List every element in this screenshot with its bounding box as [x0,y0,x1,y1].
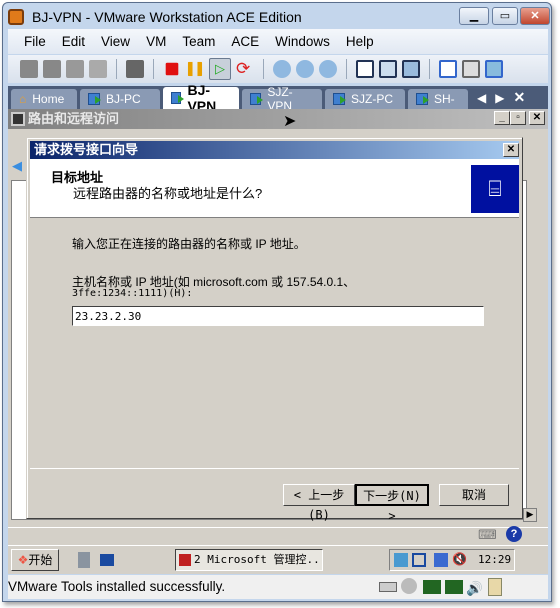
mouse-cursor: ➤ [283,113,297,130]
server-manager-icon[interactable] [78,552,90,568]
quick-switch-icon[interactable] [402,60,420,78]
usb-icon[interactable] [89,60,107,78]
tab-bj-vpn[interactable]: BJ-VPN [163,82,239,114]
mmc-close-button[interactable]: ✕ [529,111,545,125]
messages-icon[interactable] [488,578,502,596]
power-off-icon[interactable] [20,60,38,78]
help-icon[interactable]: ? [506,526,522,542]
vm-icon [171,92,185,104]
mmc-title-bar: 路由和远程访问 [8,109,548,129]
wizard-header: 目标地址 远程路由器的名称或地址是什么? ⌸ [30,159,519,218]
menu-ace[interactable]: ACE [231,34,259,49]
scroll-right-button[interactable]: ▶ [523,508,537,522]
menu-help[interactable]: Help [346,34,374,49]
menu-team[interactable]: Team [182,34,215,49]
stop-icon[interactable] [165,62,179,76]
home-icon: ⌂ [19,92,27,106]
start-button[interactable]: ❖开始 [11,549,59,571]
menu-bar: File Edit View VM Team ACE Windows Help [8,29,548,54]
mmc-toolbox-icon [179,554,191,566]
host-field-label: 主机名称或 IP 地址(如 microsoft.com 或 157.54.0.1… [72,275,356,299]
window-title: BJ-VPN - VMware Workstation ACE Edition [32,9,302,25]
windows-logo-icon: ❖ [17,553,29,567]
tab-sh[interactable]: SH- [408,89,468,109]
mmc-restore-button[interactable]: ▫ [510,111,526,125]
show-desktop-icon[interactable] [100,554,114,566]
host-address-input[interactable] [72,306,484,326]
mmc-status-bar [8,527,548,545]
close-button[interactable]: ✕ [520,7,550,25]
dialog-title-bar: 请求拨号接口向导 [30,141,519,159]
power-on-icon[interactable] [43,60,61,78]
hard-disk-icon[interactable] [379,582,397,592]
toolbar: ▷ ⟳ [8,55,548,83]
tray-app-icon[interactable] [394,553,408,567]
tray-volume-muted-icon[interactable]: 🔇 [452,552,467,566]
mmc-app-icon [11,112,25,126]
minimize-button[interactable]: ▁ [459,7,489,25]
revert-snapshot-icon[interactable] [296,60,314,78]
vm-tabs: ⌂ Home BJ-PC BJ-VPN SJZ-VPN SJZ-PC SH- ◀ … [8,82,548,114]
system-tray: 🔇 12:29 [389,549,515,571]
mmc-minimize-button[interactable]: _ [494,111,510,125]
keyboard-icon: ⌨ [478,527,497,542]
next-button[interactable]: 下一步(N) > [355,484,429,523]
console-icon[interactable] [126,60,144,78]
back-arrow-icon[interactable]: ◀ [12,158,26,173]
menu-vm[interactable]: VM [146,34,166,49]
tab-sjz-pc[interactable]: SJZ-PC [325,89,405,109]
vm-icon [250,93,264,105]
instruction-text: 输入您正在连接的路由器的名称或 IP 地址。 [72,237,306,251]
tray-network-icon[interactable] [412,553,426,567]
pause-icon[interactable] [187,61,203,77]
vm-icon [88,93,101,105]
reset-icon[interactable]: ⟳ [236,60,254,78]
tab-bj-pc[interactable]: BJ-PC [80,89,160,109]
menu-view[interactable]: View [101,34,130,49]
tray-clock: 12:29 [478,553,512,566]
play-icon[interactable]: ▷ [209,58,231,80]
menu-windows[interactable]: Windows [275,34,330,49]
tab-scroll-left-icon[interactable]: ◀ [477,91,486,105]
summary-icon[interactable] [462,60,480,78]
tab-sjz-vpn[interactable]: SJZ-VPN [242,85,322,113]
tray-connections-icon[interactable] [434,553,448,567]
tab-scroll-right-icon[interactable]: ▶ [495,91,504,105]
network-adapter-2-icon[interactable] [445,580,463,594]
demand-dial-wizard-dialog: 请求拨号接口向导 ✕ 目标地址 远程路由器的名称或地址是什么? ⌸ 输入您正在连… [26,137,523,523]
guest-taskbar: ❖开始 2 Microsoft 管理控... ▾ 🔇 12:29 [8,545,548,574]
take-snapshot-icon[interactable] [273,60,291,78]
vmware-status-bar: VMware Tools installed successfully. 🔊 [8,575,548,599]
fullscreen-icon[interactable] [379,60,397,78]
vmware-app-icon [8,9,24,25]
maximize-button[interactable]: ▭ [492,7,518,25]
taskbar-task-mmc[interactable]: 2 Microsoft 管理控... ▾ [175,549,323,571]
preferences-icon[interactable] [439,60,457,78]
dialog-close-button[interactable]: ✕ [503,143,519,157]
menu-file[interactable]: File [24,34,46,49]
sound-icon[interactable]: 🔊 [466,577,483,601]
console-view-icon[interactable] [485,60,503,78]
menu-edit[interactable]: Edit [62,34,85,49]
snapshot-manager-icon[interactable] [319,60,337,78]
router-wizard-icon: ⌸ [471,165,519,213]
cdrom-icon[interactable] [401,578,417,594]
status-text: VMware Tools installed successfully. [8,579,226,594]
vm-icon [333,93,346,105]
network-adapter-icon[interactable] [423,580,441,594]
wizard-subheading: 远程路由器的名称或地址是什么? [73,186,263,201]
back-button[interactable]: < 上一步(B) [283,484,355,522]
tab-home[interactable]: ⌂ Home [11,89,77,109]
close-tab-icon[interactable]: ✕ [513,89,525,106]
sidebar-view-icon[interactable] [356,60,374,78]
divider [30,468,519,469]
vm-icon [416,93,429,105]
title-bar: BJ-VPN - VMware Workstation ACE Edition [8,5,302,29]
snapshot-icon[interactable] [66,60,84,78]
cancel-button[interactable]: 取消 [439,484,509,506]
